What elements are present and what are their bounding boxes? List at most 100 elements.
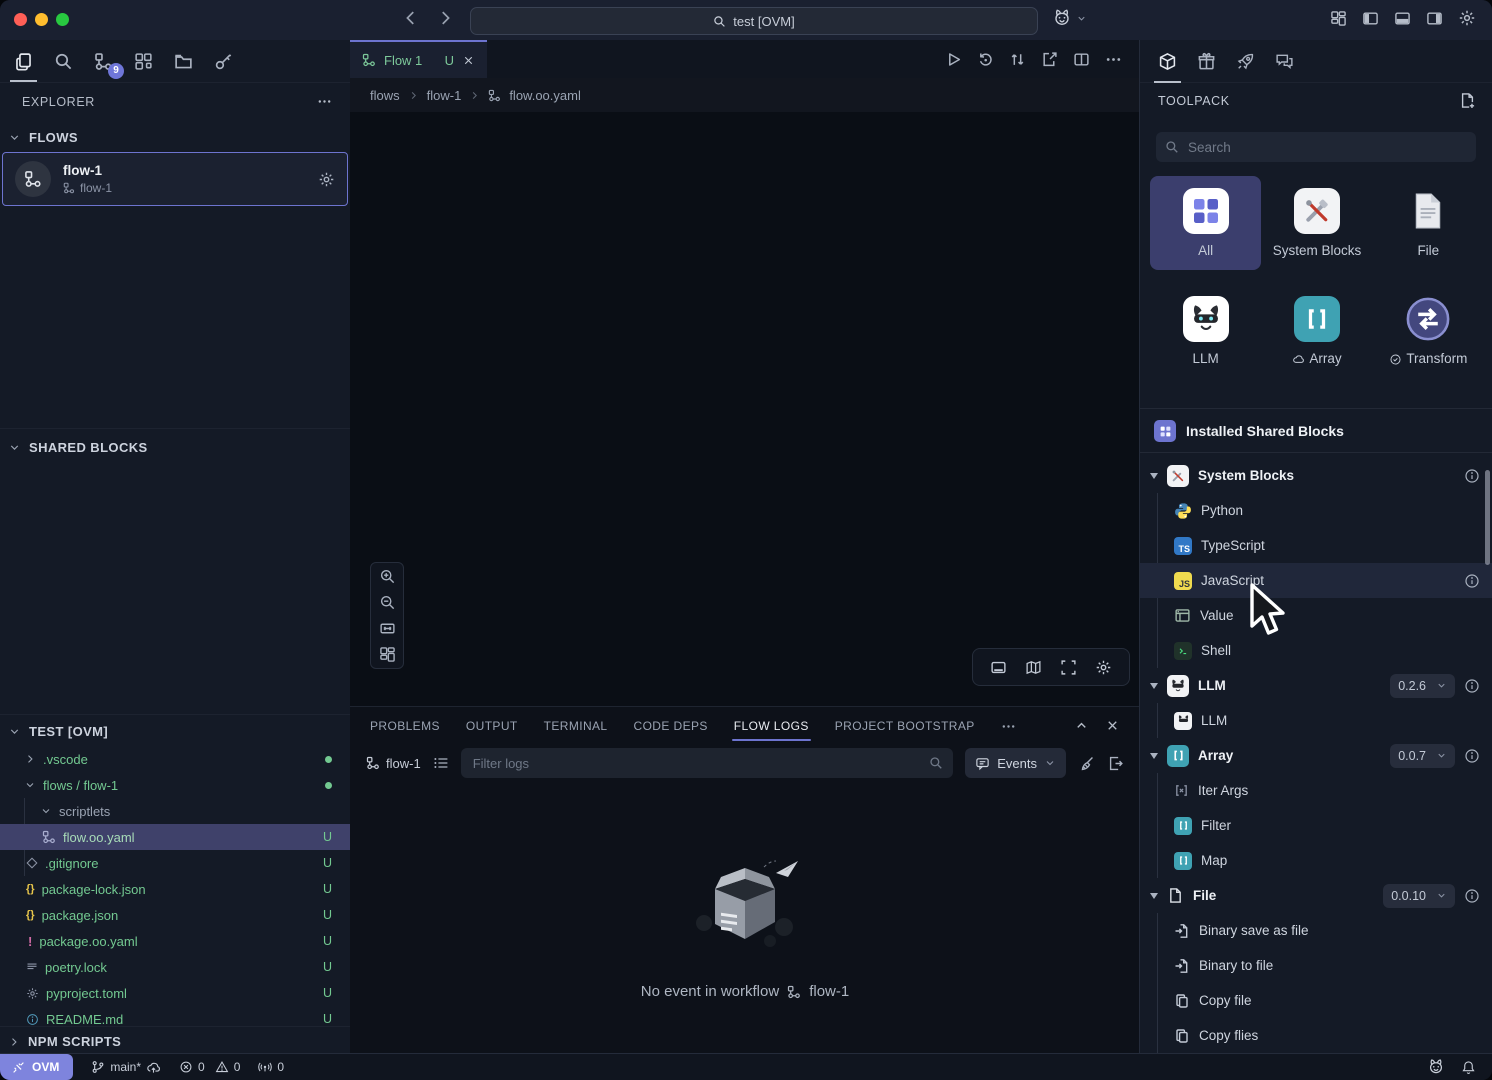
tree-item-readme[interactable]: README.mdU — [0, 1006, 350, 1032]
clear-logs-broom-icon[interactable] — [1078, 755, 1095, 772]
close-panel-icon[interactable] — [1105, 718, 1120, 733]
new-block-icon[interactable] — [1459, 92, 1476, 109]
customize-layout-icon[interactable] — [1330, 9, 1347, 27]
feedback-status[interactable]: 0 — [258, 1060, 284, 1074]
tile-llm[interactable]: LLM — [1150, 284, 1261, 378]
marketplace-tab-icon[interactable] — [1193, 46, 1220, 77]
tile-file[interactable]: File — [1373, 176, 1484, 270]
log-list-icon[interactable] — [433, 755, 449, 771]
tree-item-scriptlets[interactable]: scriptlets — [0, 798, 350, 824]
tab-project-bootstrap[interactable]: PROJECT BOOTSTRAP — [835, 709, 975, 741]
export-flow-icon[interactable] — [1041, 51, 1058, 68]
flow-canvas[interactable] — [350, 112, 1140, 706]
tab-terminal[interactable]: TERMINAL — [544, 709, 608, 741]
minimize-window-button[interactable] — [35, 13, 48, 26]
auto-layout-icon[interactable] — [379, 646, 396, 663]
tree-item-vscode[interactable]: .vscode — [0, 746, 350, 772]
tree-item-package-lock[interactable]: {} package-lock.jsonU — [0, 876, 350, 902]
compare-changes-icon[interactable] — [1009, 51, 1026, 68]
tile-transform[interactable]: Transform — [1373, 284, 1484, 378]
run-flow-icon[interactable] — [945, 51, 962, 68]
tree-item-flows-flow-1[interactable]: flows / flow-1 — [0, 772, 350, 798]
canvas-settings-gear-icon[interactable] — [1095, 659, 1112, 676]
deploy-tab-icon[interactable] — [1232, 46, 1259, 77]
maximize-panel-icon[interactable] — [1074, 718, 1089, 733]
fit-view-icon[interactable] — [379, 620, 396, 637]
block-binary-save-as-file[interactable]: Binary save as file — [1140, 913, 1492, 948]
block-python[interactable]: Python — [1140, 493, 1492, 528]
breadcrumb-flow-1[interactable]: flow-1 — [427, 88, 462, 103]
settings-gear-icon[interactable] — [1458, 9, 1476, 27]
llm-version-dropdown[interactable]: 0.2.6 — [1390, 674, 1455, 698]
tree-item-poetry-lock[interactable]: poetry.lockU — [0, 954, 350, 980]
maximize-window-button[interactable] — [56, 13, 69, 26]
block-typescript[interactable]: TS TypeScript — [1140, 528, 1492, 563]
block-llm[interactable]: LLM — [1140, 703, 1492, 738]
secrets-view-icon[interactable] — [210, 46, 237, 77]
toolpack-search-input[interactable] — [1186, 139, 1467, 156]
flows-view-icon[interactable]: 9 — [90, 46, 117, 77]
tree-item-package-oo-yaml[interactable]: ! package.oo.yamlU — [0, 928, 350, 954]
tree-item-pyproject[interactable]: pyproject.tomlU — [0, 980, 350, 1006]
split-editor-icon[interactable] — [1073, 51, 1090, 68]
block-iter-args[interactable]: Iter Args — [1140, 773, 1492, 808]
more-actions-icon[interactable] — [1105, 51, 1122, 68]
file-version-dropdown[interactable]: 0.0.10 — [1383, 884, 1455, 908]
editor-tab-flow-1[interactable]: Flow 1 U — [350, 40, 487, 78]
ovm-status-button[interactable]: OVM — [0, 1054, 73, 1080]
info-icon[interactable] — [1464, 888, 1480, 904]
block-copy-file[interactable]: Copy file — [1140, 983, 1492, 1018]
tab-output[interactable]: OUTPUT — [466, 709, 518, 741]
rerun-flow-icon[interactable] — [977, 51, 994, 68]
toggle-bottom-panel-icon[interactable] — [1394, 9, 1411, 27]
tree-item-package-json[interactable]: {} package.jsonU — [0, 902, 350, 928]
notifications-bell-icon[interactable] — [1461, 1060, 1476, 1075]
export-logs-icon[interactable] — [1107, 755, 1124, 772]
tile-all[interactable]: All — [1150, 176, 1261, 270]
tree-item-flow-oo-yaml[interactable]: flow.oo.yamlU — [0, 824, 350, 850]
breadcrumb-file[interactable]: flow.oo.yaml — [509, 88, 581, 103]
back-arrow-icon[interactable] — [402, 9, 420, 27]
block-javascript[interactable]: JS JavaScript — [1140, 563, 1492, 598]
toggle-left-panel-icon[interactable] — [1362, 9, 1379, 27]
toggle-panel-icon[interactable] — [990, 659, 1007, 676]
flow-card[interactable]: flow-1 flow-1 — [2, 152, 348, 206]
block-map[interactable]: Map — [1140, 843, 1492, 878]
toggle-right-panel-icon[interactable] — [1426, 9, 1443, 27]
scrollbar-thumb[interactable] — [1485, 470, 1490, 565]
breadcrumb-flows[interactable]: flows — [370, 88, 400, 103]
zoom-in-icon[interactable] — [379, 568, 396, 585]
info-icon[interactable] — [1464, 748, 1480, 764]
info-icon[interactable] — [1464, 573, 1480, 589]
tab-code-deps[interactable]: CODE DEPS — [634, 709, 708, 741]
assistant-menu[interactable] — [1052, 8, 1087, 28]
folder-view-icon[interactable] — [170, 46, 197, 77]
close-window-button[interactable] — [14, 13, 27, 26]
block-value[interactable]: Value — [1140, 598, 1492, 633]
block-copy-flies[interactable]: Copy flies — [1140, 1018, 1492, 1053]
flow-settings-gear-icon[interactable] — [318, 171, 335, 188]
npm-scripts-section-header[interactable]: NPM SCRIPTS — [8, 1034, 121, 1049]
group-array[interactable]: Array 0.0.7 — [1140, 738, 1492, 773]
info-icon[interactable] — [1464, 678, 1480, 694]
block-shell[interactable]: Shell — [1140, 633, 1492, 668]
more-tabs-icon[interactable] — [1001, 709, 1016, 742]
chat-tab-icon[interactable] — [1271, 46, 1298, 77]
group-system-blocks[interactable]: System Blocks — [1140, 458, 1492, 493]
filter-logs-input[interactable] — [471, 755, 930, 772]
block-binary-to-file[interactable]: Binary to file — [1140, 948, 1492, 983]
array-version-dropdown[interactable]: 0.0.7 — [1390, 744, 1455, 768]
explorer-view-icon[interactable] — [10, 46, 37, 77]
fullscreen-icon[interactable] — [1060, 659, 1077, 676]
tab-problems[interactable]: PROBLEMS — [370, 709, 440, 741]
events-dropdown[interactable]: Events — [965, 748, 1066, 778]
info-icon[interactable] — [1464, 468, 1480, 484]
minimap-icon[interactable] — [1025, 659, 1042, 676]
explorer-more-icon[interactable] — [317, 94, 332, 109]
flows-section-header[interactable]: FLOWS — [8, 130, 78, 145]
tab-flow-logs[interactable]: FLOW LOGS — [734, 709, 809, 741]
zoom-out-icon[interactable] — [379, 594, 396, 611]
window-search-box[interactable]: test [OVM] — [470, 7, 1038, 35]
blocks-view-icon[interactable] — [130, 46, 157, 77]
log-flow-selector[interactable]: flow-1 — [366, 756, 421, 771]
